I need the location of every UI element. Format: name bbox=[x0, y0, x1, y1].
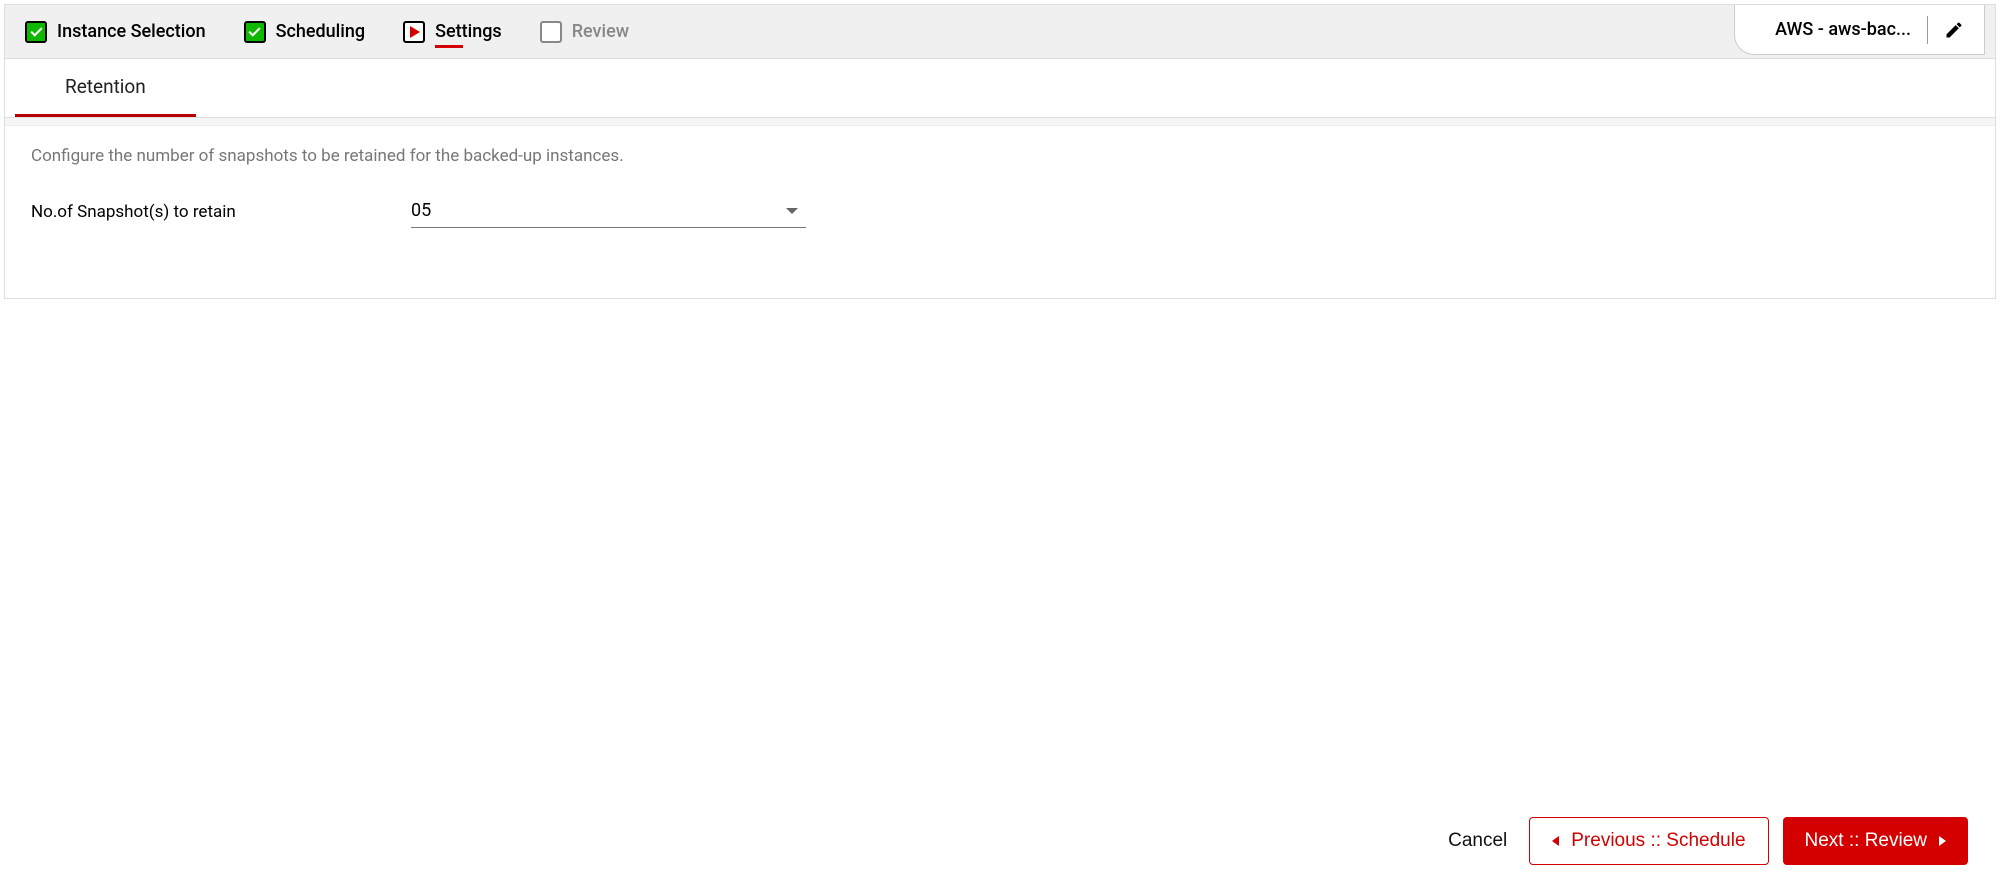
cancel-button[interactable]: Cancel bbox=[1440, 820, 1515, 862]
step-label: Review bbox=[572, 21, 629, 42]
snapshot-retain-label: No.of Snapshot(s) to retain bbox=[31, 202, 411, 222]
footer-actions: Cancel Previous :: Schedule Next :: Revi… bbox=[1440, 817, 1968, 865]
select-value: 05 bbox=[411, 200, 431, 221]
previous-button[interactable]: Previous :: Schedule bbox=[1529, 817, 1768, 865]
gap-band bbox=[5, 118, 1995, 126]
account-label: AWS - aws-bac... bbox=[1775, 19, 1911, 40]
arrow-right-icon bbox=[1939, 836, 1946, 846]
step-instance-selection[interactable]: Instance Selection bbox=[25, 21, 206, 43]
previous-button-label: Previous :: Schedule bbox=[1571, 830, 1745, 852]
arrow-left-icon bbox=[1552, 836, 1559, 846]
play-icon bbox=[403, 21, 425, 43]
stepper-bar: Instance Selection Scheduling Settings R… bbox=[5, 5, 1995, 59]
form-row-snapshot: No.of Snapshot(s) to retain 05 bbox=[31, 196, 1969, 228]
step-label: Scheduling bbox=[276, 21, 366, 42]
check-icon bbox=[25, 21, 47, 43]
step-label: Instance Selection bbox=[57, 21, 206, 42]
check-icon bbox=[244, 21, 266, 43]
divider bbox=[1927, 16, 1928, 44]
step-scheduling[interactable]: Scheduling bbox=[244, 21, 366, 43]
edit-icon[interactable] bbox=[1944, 20, 1964, 40]
chevron-down-icon bbox=[786, 208, 798, 214]
description-text: Configure the number of snapshots to be … bbox=[31, 146, 1969, 166]
account-tab: AWS - aws-bac... bbox=[1734, 5, 1985, 55]
snapshot-retain-select[interactable]: 05 bbox=[411, 196, 806, 228]
content-area: Configure the number of snapshots to be … bbox=[5, 126, 1995, 298]
tabs-row: Retention bbox=[5, 59, 1995, 118]
empty-checkbox-icon bbox=[540, 21, 562, 43]
tab-retention[interactable]: Retention bbox=[15, 59, 196, 117]
step-review[interactable]: Review bbox=[540, 21, 629, 43]
next-button[interactable]: Next :: Review bbox=[1783, 817, 1968, 865]
step-settings[interactable]: Settings bbox=[403, 21, 502, 43]
step-label: Settings bbox=[435, 21, 502, 42]
next-button-label: Next :: Review bbox=[1805, 830, 1927, 852]
